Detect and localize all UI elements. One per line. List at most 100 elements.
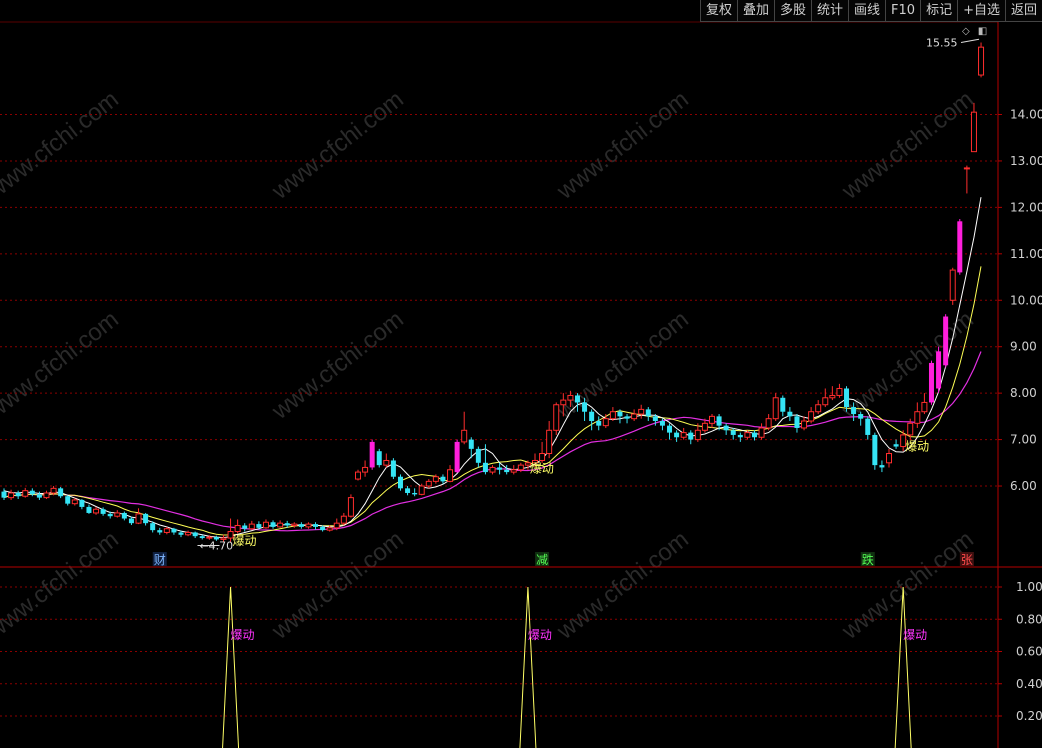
candle[interactable]: [347, 494, 354, 518]
candle[interactable]: [539, 441, 546, 463]
candle[interactable]: [596, 416, 602, 431]
candle[interactable]: [248, 520, 255, 531]
candle[interactable]: [815, 400, 822, 415]
candle[interactable]: [475, 446, 481, 468]
candle[interactable]: [822, 388, 829, 408]
candle[interactable]: [879, 460, 885, 473]
restore-rights-button[interactable]: 复权: [699, 0, 737, 22]
candle[interactable]: [936, 346, 942, 394]
candle[interactable]: [291, 522, 298, 528]
candle[interactable]: [893, 439, 899, 449]
candle[interactable]: [369, 439, 375, 470]
candle[interactable]: [143, 512, 149, 526]
candle[interactable]: [709, 414, 715, 428]
candle[interactable]: [489, 465, 496, 475]
draw-line-button[interactable]: 画线: [848, 0, 886, 22]
add-watchlist-button[interactable]: +自选: [957, 0, 1005, 22]
candle[interactable]: [787, 407, 793, 422]
statistics-button[interactable]: 统计: [811, 0, 849, 22]
candle[interactable]: [780, 395, 786, 417]
candlestick-series[interactable]: [1, 42, 985, 543]
candle[interactable]: [157, 527, 163, 535]
back-button[interactable]: 返回: [1004, 0, 1042, 22]
candle[interactable]: [362, 460, 369, 477]
candle[interactable]: [277, 520, 284, 528]
candle[interactable]: [751, 430, 757, 441]
candle[interactable]: [631, 409, 638, 422]
candle[interactable]: [376, 448, 382, 468]
candle[interactable]: [510, 465, 517, 475]
candle[interactable]: [171, 527, 177, 535]
candle[interactable]: [808, 407, 815, 424]
candle[interactable]: [405, 486, 411, 496]
candle[interactable]: [121, 511, 127, 521]
candle[interactable]: [638, 404, 645, 419]
candle[interactable]: [234, 519, 241, 534]
candle[interactable]: [270, 520, 276, 529]
candle[interactable]: [440, 474, 446, 484]
candle[interactable]: [865, 416, 871, 440]
candle[interactable]: [737, 432, 743, 442]
candle[interactable]: [928, 360, 934, 405]
candle[interactable]: [482, 444, 488, 475]
candle[interactable]: [192, 531, 198, 539]
candle[interactable]: [872, 432, 878, 470]
overlay-button[interactable]: 叠加: [736, 0, 774, 22]
candle[interactable]: [65, 495, 71, 506]
candle[interactable]: [93, 506, 100, 515]
candle[interactable]: [390, 458, 396, 480]
stock-kline-chart[interactable]: www.cfchi.com www.cfchi.com www.cfchi.com w…: [0, 0, 1042, 748]
candle[interactable]: [680, 427, 687, 440]
candle[interactable]: [546, 421, 553, 459]
candle[interactable]: [667, 423, 673, 440]
candle[interactable]: [1, 488, 7, 500]
candle[interactable]: [340, 512, 347, 526]
candle[interactable]: [8, 489, 15, 500]
candle[interactable]: [801, 416, 808, 431]
candle[interactable]: [461, 411, 468, 445]
candle[interactable]: [397, 474, 403, 491]
candle[interactable]: [949, 267, 956, 305]
candle[interactable]: [355, 469, 361, 481]
candle[interactable]: [43, 490, 50, 500]
toggle-icon[interactable]: ◧: [978, 26, 987, 37]
candle[interactable]: [58, 486, 64, 499]
candle[interactable]: [412, 488, 418, 497]
candle[interactable]: [313, 522, 319, 530]
candle[interactable]: [836, 383, 843, 398]
candle[interactable]: [305, 522, 312, 529]
candle[interactable]: [688, 430, 694, 445]
mark-button[interactable]: 标记: [920, 0, 958, 22]
candle[interactable]: [957, 218, 963, 275]
candle[interactable]: [921, 393, 928, 415]
candle[interactable]: [963, 165, 970, 194]
candle[interactable]: [624, 414, 630, 424]
candle[interactable]: [79, 499, 85, 510]
candle[interactable]: [22, 487, 29, 498]
candle[interactable]: [262, 519, 269, 529]
candle[interactable]: [943, 314, 949, 368]
candle[interactable]: [447, 465, 454, 483]
candle[interactable]: [425, 479, 432, 489]
candle[interactable]: [602, 414, 609, 428]
candle[interactable]: [645, 407, 651, 422]
diamond-icon[interactable]: ◇: [962, 26, 970, 37]
candle[interactable]: [794, 414, 800, 433]
candle[interactable]: [135, 508, 142, 525]
candle[interactable]: [553, 402, 560, 435]
candle[interactable]: [609, 407, 616, 422]
candle[interactable]: [765, 414, 772, 431]
multi-stock-button[interactable]: 多股: [773, 0, 811, 22]
f10-button[interactable]: F10: [885, 0, 921, 22]
candle[interactable]: [15, 490, 21, 500]
candle[interactable]: [758, 423, 765, 440]
candle[interactable]: [298, 522, 304, 529]
candle[interactable]: [242, 523, 248, 532]
candle[interactable]: [723, 423, 729, 435]
candle[interactable]: [185, 530, 192, 537]
candle[interactable]: [886, 448, 892, 468]
candle[interactable]: [383, 453, 390, 468]
candle[interactable]: [914, 402, 921, 428]
candle[interactable]: [589, 409, 595, 431]
candle[interactable]: [978, 42, 985, 78]
